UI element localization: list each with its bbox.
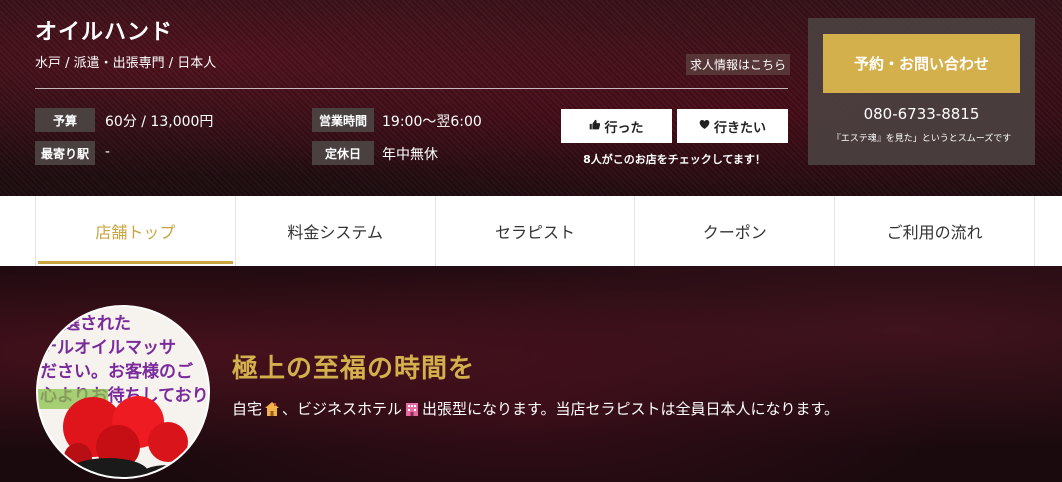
main-nav: 店舗トップ 料金システム セラピスト クーポン ご利用の流れ — [0, 196, 1062, 266]
budget-tag: 予算 — [35, 108, 95, 132]
desc-part2: 、ビジネスホテル — [282, 400, 403, 418]
shop-name: オイルハンド — [35, 20, 174, 45]
avatar-text-line: テルオイルマッサ — [40, 338, 176, 358]
hotel-icon — [404, 401, 420, 417]
hero-description: 自宅 、ビジネスホテル 出張型になります。当店セラピストは全員日本人になります。 — [232, 398, 839, 419]
want-label: 行きたい — [713, 120, 766, 136]
holiday-tag: 定休日 — [312, 141, 374, 165]
want-button[interactable]: 行きたい — [677, 109, 788, 143]
thumbs-up-icon — [589, 119, 601, 133]
station-value: - — [105, 144, 111, 160]
avatar-text-line: ださい。お客様のご — [40, 361, 194, 382]
holiday-value: 年中無休 — [382, 147, 438, 163]
divider — [35, 88, 788, 89]
reserve-button[interactable]: 予約・お問い合わせ — [823, 34, 1020, 93]
phone-note: 『エステ魂』を見た」というとスムーズです — [831, 134, 1012, 144]
recruit-link[interactable]: 求人情報はこちら — [686, 54, 791, 75]
phone-number[interactable]: 080-6733-8815 — [808, 105, 1035, 123]
heart-icon — [699, 119, 710, 134]
tab-shop-top[interactable]: 店舗トップ — [35, 196, 235, 266]
tab-usage-flow[interactable]: ご利用の流れ — [834, 196, 1035, 266]
budget-value: 60分 / 13,000円 — [105, 114, 214, 130]
shop-subtitle: 水戸 / 派遣・出張専門 / 日本人 — [35, 56, 217, 71]
went-button[interactable]: 行った — [561, 109, 672, 143]
hours-value: 19:00〜翌6:00 — [382, 114, 482, 130]
tab-therapist[interactable]: セラピスト — [434, 196, 635, 266]
check-count-text: 8人がこのお店をチェックしてます！ — [583, 153, 766, 166]
contact-box: 予約・お問い合わせ 080-6733-8815 『エステ魂』を見た」というとスム… — [808, 18, 1035, 165]
station-tag: 最寄り駅 — [35, 141, 95, 165]
tab-price-system[interactable]: 料金システム — [234, 196, 435, 266]
hero-title: 極上の至福の時間を — [232, 354, 476, 384]
shop-header: オイルハンド 水戸 / 派遣・出張専門 / 日本人 求人情報はこちら 予算 60… — [0, 0, 1062, 196]
desc-part3: 出張型になります。当店セラピストは全員日本人になります。 — [422, 400, 840, 418]
tab-coupon[interactable]: クーポン — [634, 196, 834, 266]
house-icon — [264, 401, 280, 417]
avatar: 厳選された テルオイルマッサ ださい。お客様のご 心よりお待ちしており — [36, 305, 210, 479]
hero-section: 厳選された テルオイルマッサ ださい。お客様のご 心よりお待ちしており 極上の至… — [0, 266, 1062, 482]
avatar-text-line: 厳選された — [46, 313, 131, 334]
desc-part1: 自宅 — [232, 400, 263, 418]
hours-tag: 営業時間 — [312, 108, 374, 132]
went-label: 行った — [604, 120, 644, 136]
